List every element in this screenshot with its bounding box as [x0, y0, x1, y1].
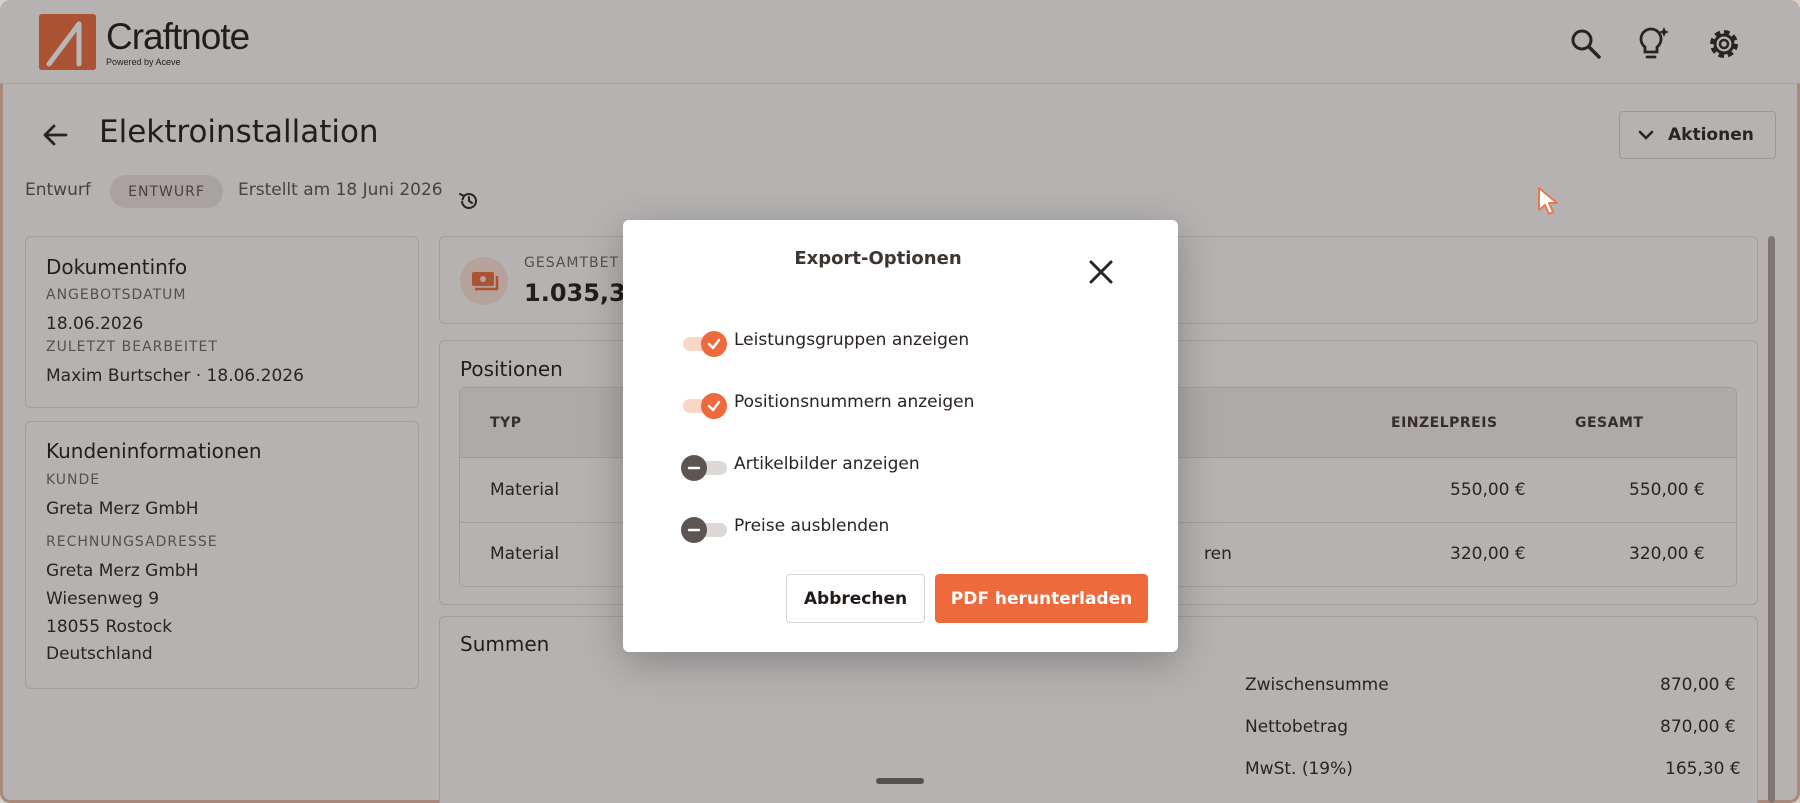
app-window: Craftnote Powered by Aceve Elektroinstal…: [0, 0, 1800, 803]
toggle-show-position-numbers[interactable]: Positionsnummern anzeigen: [681, 390, 974, 420]
minus-icon: [681, 517, 707, 543]
download-pdf-button[interactable]: PDF herunterladen: [935, 574, 1148, 623]
toggle-label: Positionsnummern anzeigen: [734, 392, 975, 412]
toggle-switch[interactable]: [681, 331, 727, 357]
cancel-button[interactable]: Abbrechen: [786, 574, 925, 623]
toggle-show-service-groups[interactable]: Leistungsgruppen anzeigen: [681, 328, 969, 358]
minus-icon: [681, 455, 707, 481]
mouse-cursor-icon: [1536, 186, 1560, 218]
toggle-label: Artikelbilder anzeigen: [734, 454, 920, 474]
toggle-label: Leistungsgruppen anzeigen: [734, 330, 970, 350]
toggle-switch[interactable]: [681, 393, 727, 419]
export-options-dialog: Export-Optionen Leistungsgruppen anzeige…: [623, 220, 1178, 652]
toggle-hide-prices[interactable]: Preise ausblenden: [681, 514, 889, 544]
toggle-switch[interactable]: [681, 517, 727, 543]
dialog-title: Export-Optionen: [794, 248, 962, 269]
check-icon: [701, 393, 727, 419]
check-icon: [701, 331, 727, 357]
toggle-show-article-images[interactable]: Artikelbilder anzeigen: [681, 452, 920, 482]
close-icon[interactable]: [1087, 258, 1115, 286]
toggle-label: Preise ausblenden: [734, 516, 890, 536]
toggle-switch[interactable]: [681, 455, 727, 481]
